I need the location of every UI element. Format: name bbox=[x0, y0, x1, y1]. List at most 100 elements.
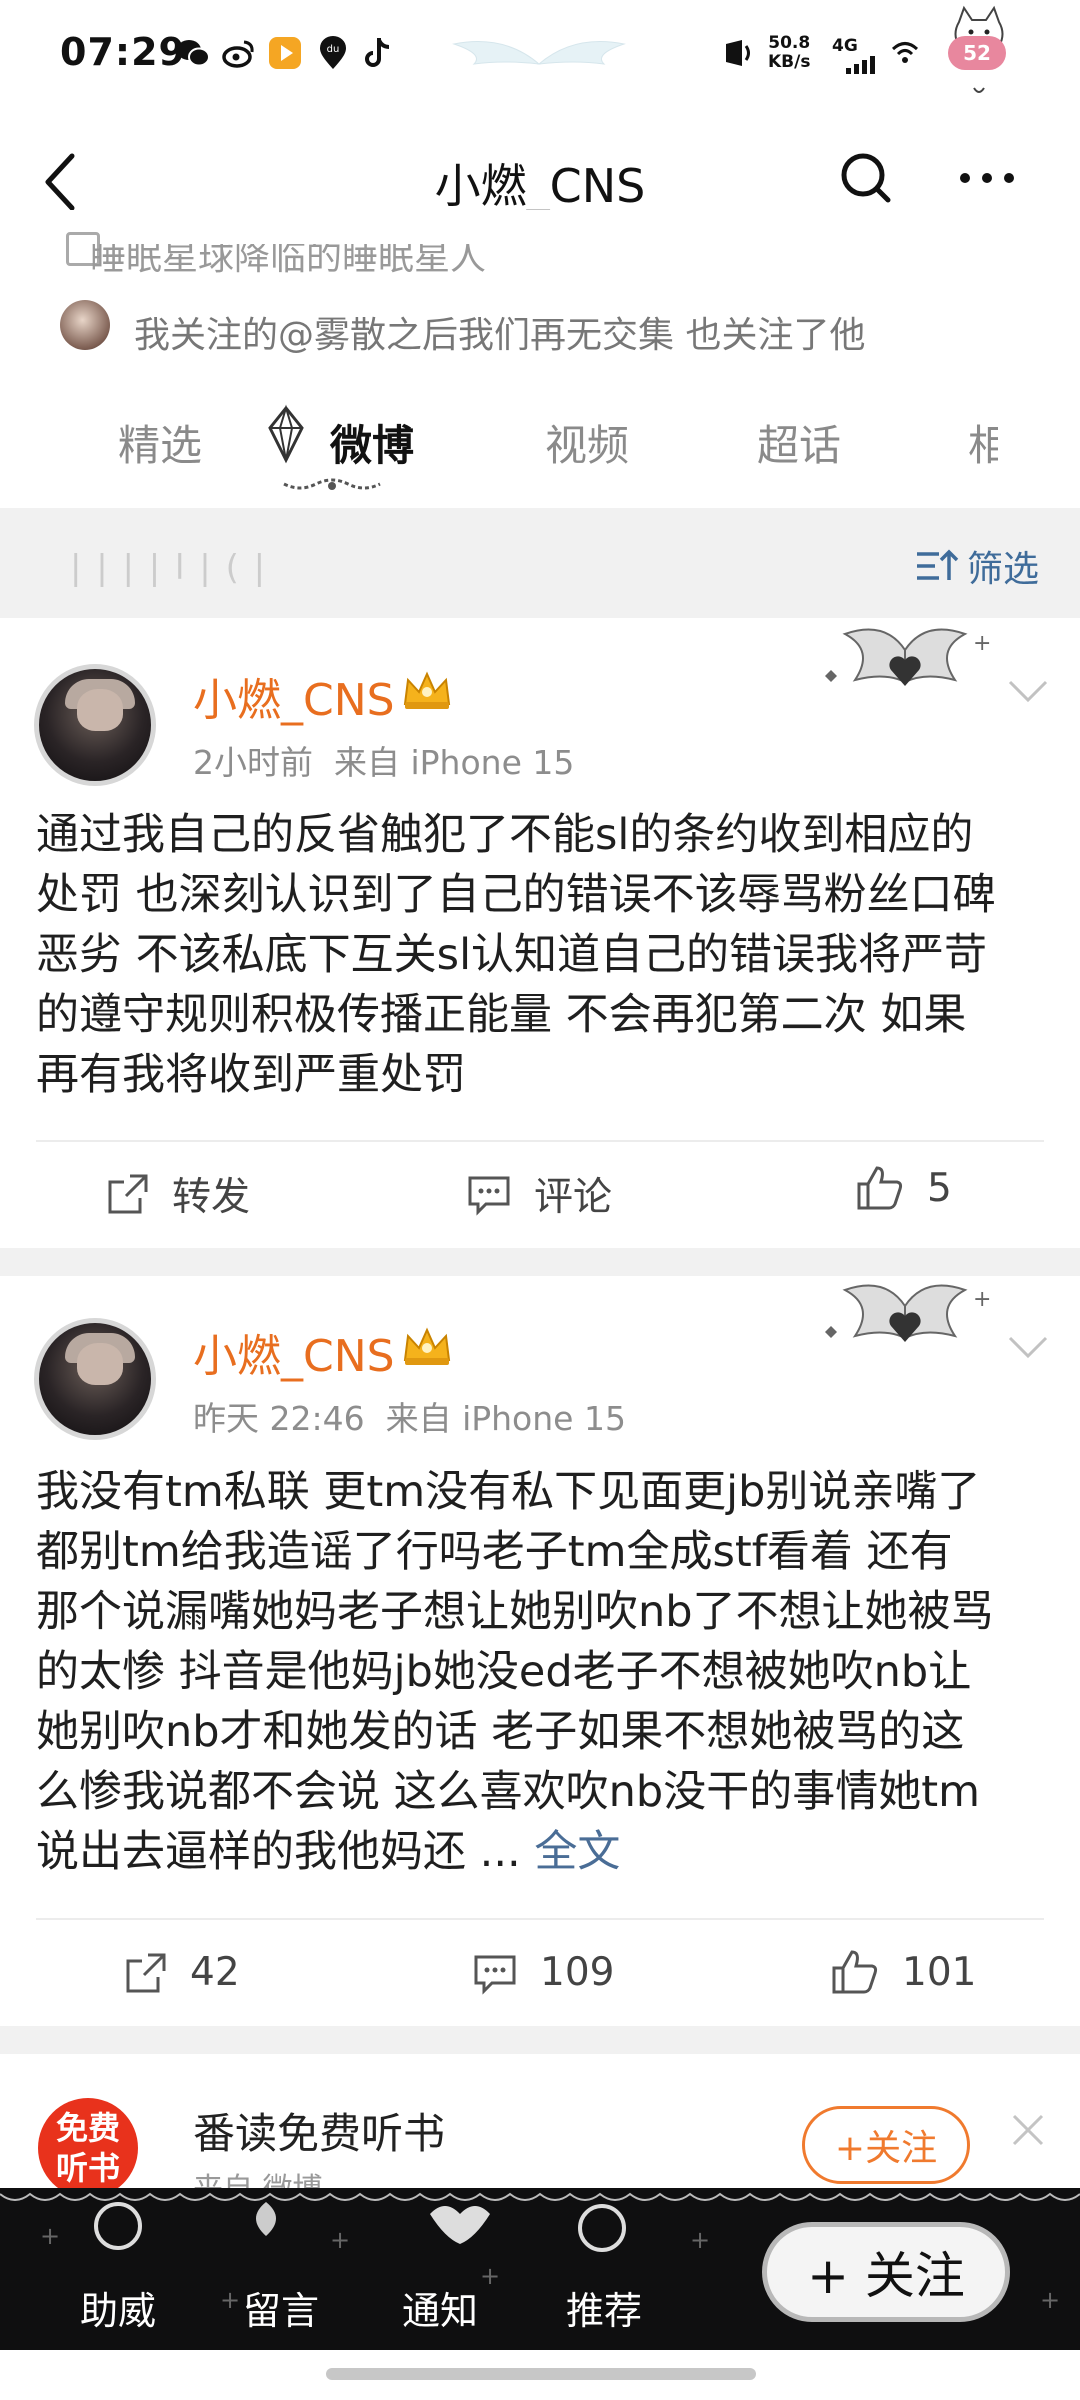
more-button[interactable] bbox=[955, 148, 1019, 208]
follow-button[interactable]: + 关注 bbox=[762, 2222, 1010, 2322]
post-text-line: 我没有tm私联 更tm没有私下见面更jb别说亲嘴了 bbox=[36, 1467, 981, 1517]
read-more-link[interactable]: 全文 bbox=[534, 1827, 620, 1877]
post-avatar[interactable] bbox=[34, 664, 156, 786]
post-text-line: 的遵守规则积极传播正能量 不会再犯第二次 如果 bbox=[36, 990, 967, 1040]
nfc-icon bbox=[720, 36, 754, 70]
thumbs-up-icon bbox=[832, 1950, 878, 1994]
chevron-down-icon bbox=[1008, 1336, 1048, 1359]
post-text: 通过我自己的反省触犯了不能sl的条约收到相应的 处罚 也深刻认识到了自己的错误不… bbox=[36, 805, 1046, 1105]
tab-super-topic[interactable]: 超话 bbox=[757, 412, 841, 473]
post-text-line: 处罚 也深刻认识到了自己的错误不该辱骂粉丝口碑 bbox=[36, 870, 996, 920]
diamond-icon bbox=[266, 404, 306, 464]
bottom-cheer-button[interactable]: 助威 bbox=[80, 2280, 156, 2335]
repost-button[interactable]: 42 bbox=[124, 1950, 240, 1995]
divider bbox=[36, 1140, 1044, 1142]
svg-text:+: + bbox=[973, 1287, 991, 1312]
post-text-line: 么惨我说都不会说 这么喜欢吹nb没干的事情她tm bbox=[36, 1767, 980, 1817]
wechat-icon bbox=[176, 36, 210, 70]
post-menu-button[interactable] bbox=[1006, 1334, 1050, 1360]
post-meta: 2小时前 来自 iPhone 15 bbox=[193, 736, 574, 784]
search-button[interactable] bbox=[838, 148, 894, 208]
chevron-left-icon bbox=[45, 153, 75, 211]
like-button[interactable]: 5 bbox=[855, 1164, 952, 1212]
comment-count: 109 bbox=[540, 1950, 615, 1995]
ad-logo[interactable]: 免费 听书 bbox=[38, 2098, 138, 2198]
comment-button[interactable]: 109 bbox=[472, 1950, 614, 1995]
svg-text:+: + bbox=[480, 2262, 500, 2290]
bottom-recommend-button[interactable]: 推荐 bbox=[566, 2280, 642, 2335]
video-app-icon bbox=[268, 36, 302, 70]
comment-button[interactable]: 评论 bbox=[466, 1166, 612, 1222]
heart-badge-decoration-icon: + bbox=[815, 1276, 995, 1372]
followed-by-text[interactable]: 我关注的@雾散之后我们再无交集 也关注了他 bbox=[134, 306, 865, 358]
like-button[interactable]: 101 bbox=[830, 1948, 976, 1996]
like-count: 101 bbox=[902, 1949, 977, 1995]
svg-text:+: + bbox=[973, 631, 991, 656]
post-avatar[interactable] bbox=[34, 1318, 156, 1440]
svg-text:+: + bbox=[220, 2286, 240, 2314]
repost-icon bbox=[126, 1953, 166, 1992]
wings-decoration-icon bbox=[444, 34, 634, 78]
post-text-last: 说出去逼样的我他妈还 ... bbox=[36, 1827, 521, 1877]
tab-featured[interactable]: 精选 bbox=[118, 412, 202, 473]
search-icon bbox=[841, 153, 891, 203]
comment-icon bbox=[474, 1955, 516, 1995]
post-text: 我没有tm私联 更tm没有私下见面更jb别说亲嘴了 都别tm给我造谣了行吗老子t… bbox=[36, 1462, 1046, 1882]
divider bbox=[36, 1918, 1044, 1920]
post-username[interactable]: 小燃_CNS bbox=[193, 664, 395, 728]
svg-text:+: + bbox=[690, 2226, 710, 2254]
post-source: 来自 iPhone 15 bbox=[333, 743, 575, 782]
net-speed: 50.8 KB/s bbox=[768, 33, 811, 72]
ad-follow-button[interactable]: +关注 bbox=[802, 2106, 970, 2184]
home-indicator[interactable] bbox=[326, 2368, 756, 2380]
du-app-icon: du bbox=[316, 36, 350, 70]
ad-close-button[interactable] bbox=[1010, 2112, 1046, 2148]
chevron-down-icon bbox=[1008, 680, 1048, 703]
signal-indicator: 4G bbox=[832, 36, 876, 76]
filter-bar-text: | | | | l | ( | bbox=[70, 548, 268, 588]
tab-weibo[interactable]: 微博 bbox=[330, 412, 414, 473]
follower-avatar[interactable] bbox=[60, 300, 110, 350]
svg-text:+: + bbox=[1040, 2286, 1060, 2314]
comment-icon bbox=[468, 1176, 510, 1216]
post-time: 2小时前 bbox=[193, 743, 313, 782]
tab-underline-decoration bbox=[280, 476, 384, 498]
close-icon bbox=[1012, 2114, 1044, 2146]
repost-label: 转发 bbox=[172, 1175, 251, 1220]
filter-button[interactable]: 筛选 bbox=[915, 540, 1039, 592]
weibo-icon bbox=[222, 36, 256, 70]
sort-filter-icon bbox=[917, 549, 959, 580]
vip-crown-icon bbox=[400, 668, 454, 712]
tab-video[interactable]: 视频 bbox=[545, 412, 629, 473]
wifi-icon bbox=[888, 36, 922, 70]
post-source: 来自 iPhone 15 bbox=[385, 1399, 626, 1438]
heart-badge-decoration-icon: + bbox=[815, 620, 995, 716]
post-menu-button[interactable] bbox=[1006, 678, 1050, 704]
svg-text:+: + bbox=[40, 2222, 60, 2250]
status-time: 07:29 bbox=[60, 30, 186, 74]
battery-indicator: 52 bbox=[948, 36, 1006, 70]
bottom-notify-button[interactable]: 通知 bbox=[402, 2280, 478, 2335]
repost-button[interactable]: 转发 bbox=[106, 1166, 250, 1222]
page-title: 小燃_CNS bbox=[434, 159, 646, 213]
post-text-line: 说出去逼样的我他妈还 ... 全文 bbox=[36, 1822, 1046, 1882]
post-username[interactable]: 小燃_CNS bbox=[193, 1320, 395, 1384]
post-text-line: 恶劣 不该私底下互关sl认知道自己的错误我将严苛 bbox=[36, 930, 988, 980]
post-text-line: 她别吹nb才和她发的话 老子如果不想她被骂的这 bbox=[36, 1707, 965, 1757]
ad-title[interactable]: 番读免费听书 bbox=[193, 2100, 445, 2161]
ad-logo-line1: 免费 bbox=[55, 2109, 120, 2147]
post-text-line: 那个说漏嘴她妈老子想让她别吹nb了不想让她被骂 bbox=[36, 1587, 994, 1637]
filter-label: 筛选 bbox=[967, 549, 1040, 590]
repost-count: 42 bbox=[190, 1950, 240, 1995]
post-time: 昨天 22:46 bbox=[193, 1399, 365, 1438]
more-dots-icon bbox=[960, 173, 1014, 183]
thumbs-up-icon bbox=[857, 1166, 903, 1210]
svg-text:+: + bbox=[330, 2226, 350, 2254]
tiktok-icon bbox=[360, 36, 394, 70]
post-text-line: 都别tm给我造谣了行吗老子tm全成stf看着 还有 bbox=[36, 1527, 953, 1577]
back-button[interactable] bbox=[38, 150, 82, 214]
post-text-line: 的太惨 抖音是他妈jb她没ed老子不想被她吹nb让 bbox=[36, 1647, 972, 1697]
bottom-message-button[interactable]: 留言 bbox=[243, 2280, 319, 2335]
tab-album[interactable]: 相 bbox=[968, 412, 998, 473]
svg-text:du: du bbox=[327, 44, 340, 55]
